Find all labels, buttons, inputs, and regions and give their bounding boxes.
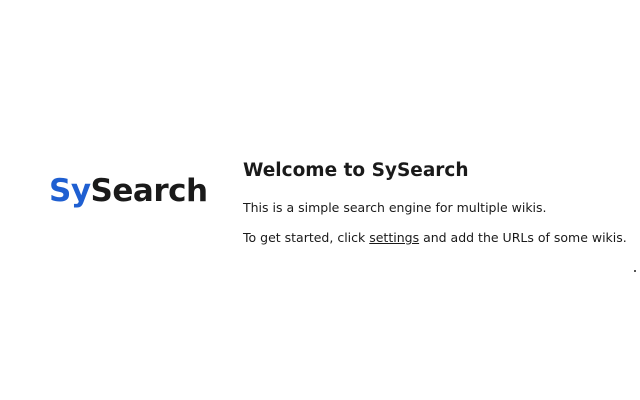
welcome-panel: Welcome to SySearch This is a simple sea… bbox=[243, 160, 633, 258]
instruction-suffix: and add the URLs of some wikis. bbox=[419, 230, 627, 245]
instruction-text: To get started, click settings and add t… bbox=[243, 228, 633, 248]
description-text: This is a simple search engine for multi… bbox=[243, 200, 547, 215]
logo-search: Search bbox=[90, 173, 209, 209]
page-title: Welcome to SySearch bbox=[243, 160, 469, 181]
settings-link[interactable]: settings bbox=[369, 230, 419, 245]
instruction-prefix: To get started, click bbox=[243, 230, 370, 245]
logo-sy: Sy bbox=[49, 173, 91, 209]
stray-dot bbox=[634, 270, 636, 272]
sysearch-logo: SySearch bbox=[49, 176, 208, 207]
